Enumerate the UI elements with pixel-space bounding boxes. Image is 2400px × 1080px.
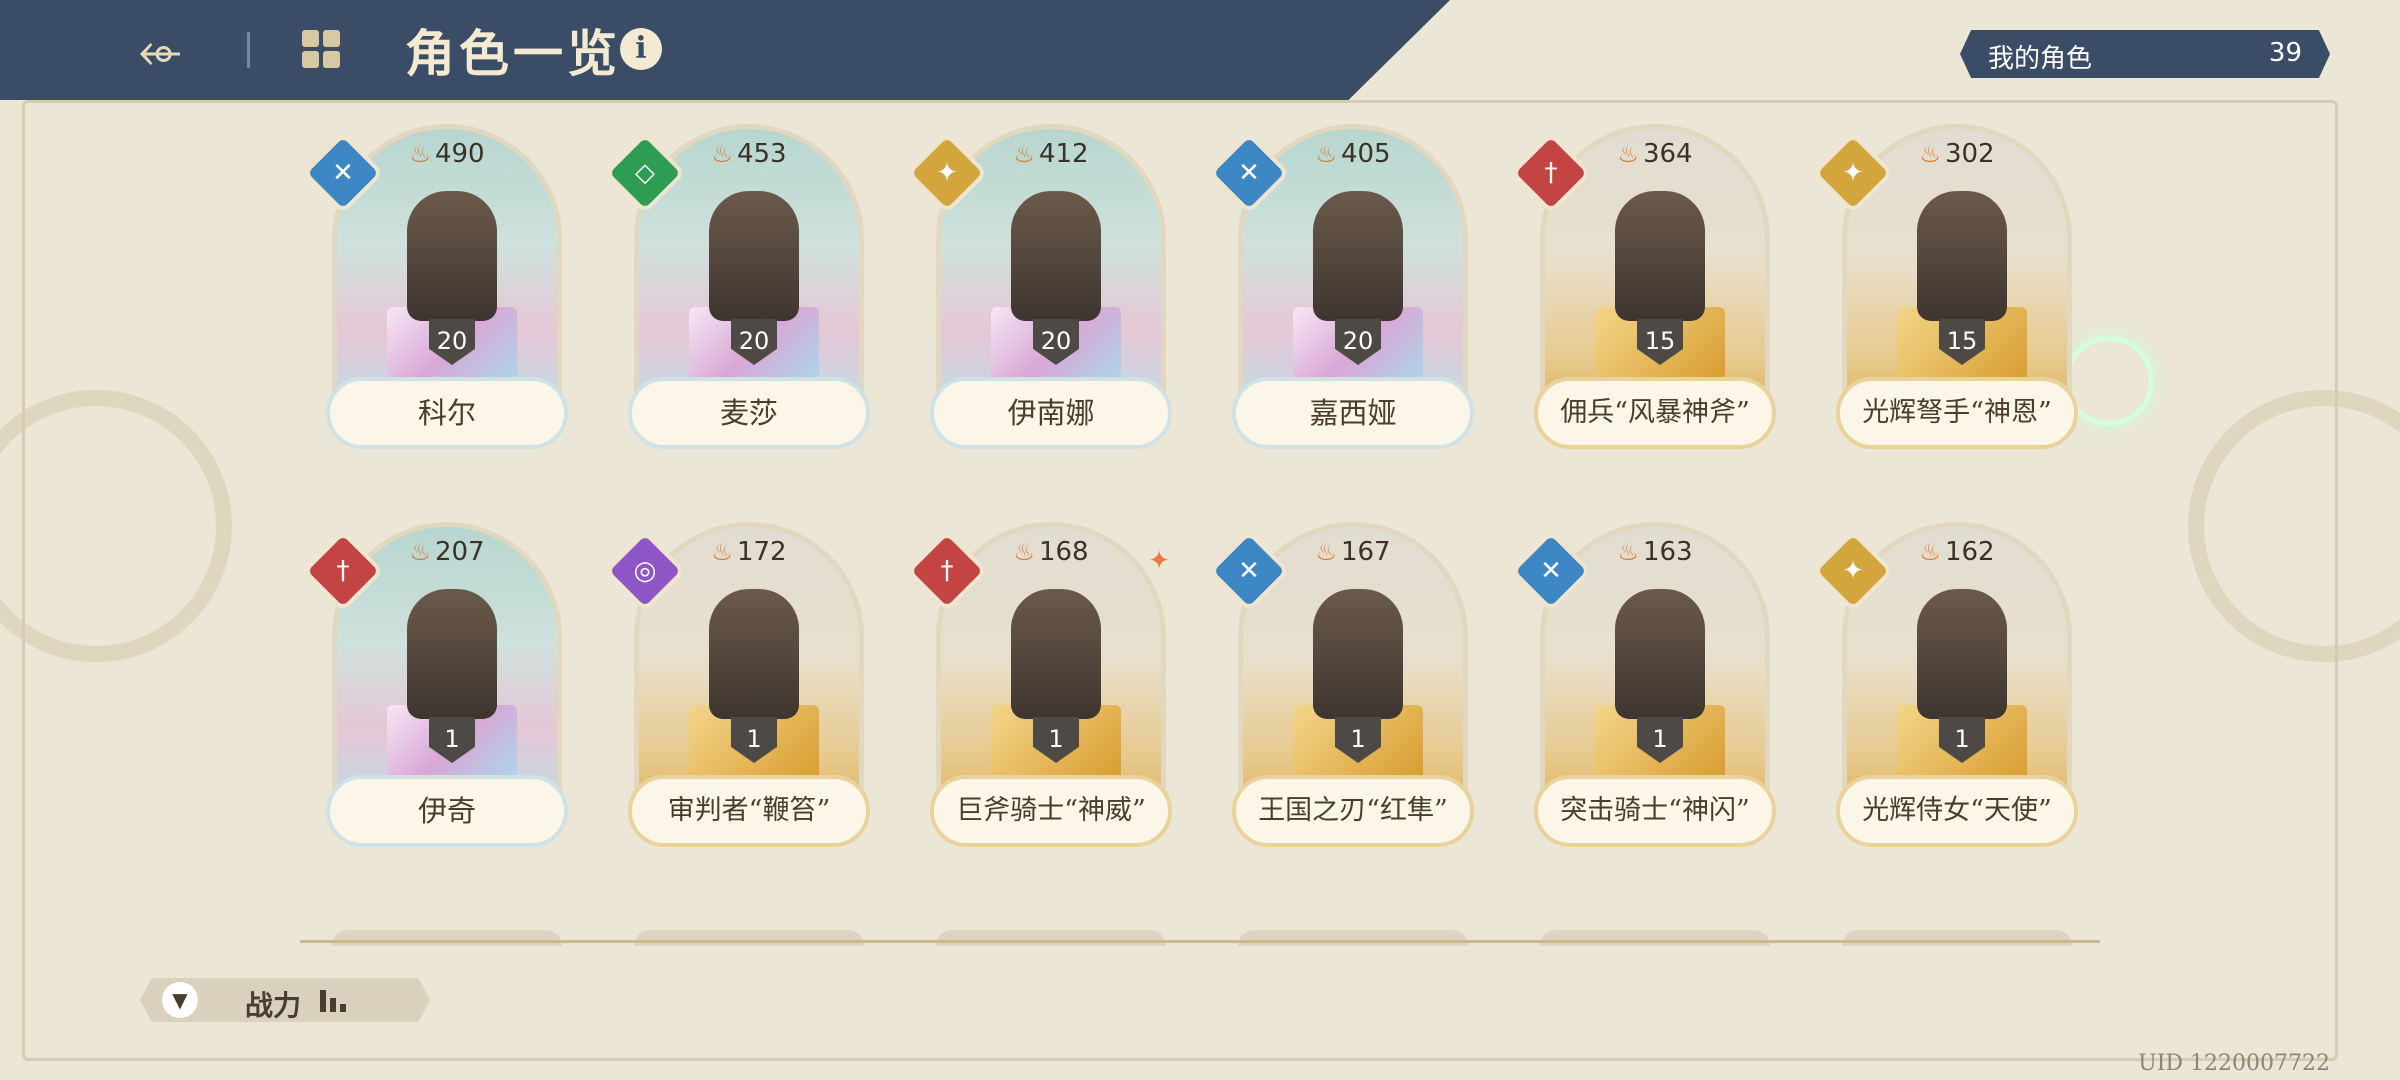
sort-label: 战力 <box>245 989 302 1022</box>
flame-icon: ♨ <box>1315 140 1337 168</box>
character-name: 佣兵“风暴神斧” <box>1534 377 1776 449</box>
roster-count: 39 <box>2268 38 2302 68</box>
power-number: 168 <box>1038 537 1089 567</box>
character-name: 伊奇 <box>326 775 568 847</box>
character-name: 麦莎 <box>628 377 870 449</box>
flame-icon: ♨ <box>409 538 431 566</box>
page-title: 角色一览 <box>405 24 621 83</box>
power-number: 162 <box>1944 537 1995 567</box>
power-number: 412 <box>1038 139 1089 169</box>
character-sprite <box>1011 191 1101 321</box>
class-glyph: † <box>336 556 350 586</box>
power-number: 364 <box>1642 139 1693 169</box>
character-card[interactable]: ♨30215★✦光辉弩手“神恩” <box>1811 124 2078 454</box>
power-number: 163 <box>1642 537 1693 567</box>
character-card[interactable]: ♨40520★✕嘉西娅 <box>1207 124 1474 454</box>
character-card-peek <box>634 930 864 946</box>
flame-icon: ♨ <box>1919 538 1941 566</box>
class-glyph: ✦ <box>1842 158 1864 188</box>
character-sprite <box>407 191 497 321</box>
flame-icon: ♨ <box>1315 538 1337 566</box>
character-sprite <box>1313 191 1403 321</box>
character-card[interactable]: ♨1621★★★✦光辉侍女“天使” <box>1811 522 2078 852</box>
character-card[interactable]: ♨1721★★★◎审判者“鞭笞” <box>603 522 870 852</box>
sort-bars-icon <box>320 990 350 1012</box>
power-number: 405 <box>1340 139 1391 169</box>
character-sprite <box>709 589 799 719</box>
character-sprite <box>1917 191 2007 321</box>
character-sprite <box>1011 589 1101 719</box>
character-card[interactable]: ♨1671★★✕王国之刃“红隼” <box>1207 522 1474 852</box>
class-glyph: † <box>1544 158 1558 188</box>
header-bar: ⬰ 角色一览 i <box>0 0 1450 100</box>
class-glyph: ◇ <box>635 158 655 188</box>
character-card[interactable]: ♨49020★✕科尔 <box>301 124 568 454</box>
character-name: 巨斧骑士“神威” <box>930 775 1172 847</box>
character-name: 突击骑士“神闪” <box>1534 775 1776 847</box>
class-glyph: † <box>940 556 954 586</box>
sort-button[interactable]: ▼ 战力 <box>140 978 430 1022</box>
character-name: 嘉西娅 <box>1232 377 1474 449</box>
power-number: 302 <box>1944 139 1995 169</box>
new-indicator-icon: ✦ <box>1148 546 1170 576</box>
flame-icon: ♨ <box>1919 140 1941 168</box>
character-sprite <box>1917 589 2007 719</box>
character-sprite <box>407 589 497 719</box>
power-number: 453 <box>736 139 787 169</box>
character-card[interactable]: ♨45320★◇麦莎 <box>603 124 870 454</box>
character-card-peek <box>936 930 1166 946</box>
character-card[interactable]: ♨1681★★†巨斧骑士“神威”✦ <box>905 522 1172 852</box>
uid-label: UID 1220007722 <box>2138 1051 2330 1076</box>
flame-icon: ♨ <box>409 140 431 168</box>
character-card[interactable]: ♨36415★★★†佣兵“风暴神斧” <box>1509 124 1776 454</box>
character-sprite <box>1615 191 1705 321</box>
header-divider <box>247 32 250 68</box>
back-arrow-icon[interactable]: ⬰ <box>125 18 195 82</box>
flame-icon: ♨ <box>1013 538 1035 566</box>
character-card-peek <box>1540 930 1770 946</box>
class-glyph: ✕ <box>332 158 354 188</box>
class-glyph: ✕ <box>1540 556 1562 586</box>
character-sprite <box>1313 589 1403 719</box>
character-sprite <box>1615 589 1705 719</box>
power-number: 172 <box>736 537 787 567</box>
character-name: 王国之刃“红隼” <box>1232 775 1474 847</box>
character-card-peek <box>1238 930 1468 946</box>
class-glyph: ✕ <box>1238 158 1260 188</box>
character-card-peek <box>1842 930 2072 946</box>
flame-icon: ♨ <box>1617 538 1639 566</box>
flame-icon: ♨ <box>711 140 733 168</box>
character-name: 审判者“鞭笞” <box>628 775 870 847</box>
class-glyph: ✦ <box>936 158 958 188</box>
grid-icon[interactable] <box>302 30 340 68</box>
power-number: 167 <box>1340 537 1391 567</box>
character-card[interactable]: ♨41220★✦伊南娜 <box>905 124 1172 454</box>
roster-label: 我的角色 <box>1988 44 2093 74</box>
character-name: 光辉侍女“天使” <box>1836 775 2078 847</box>
power-number: 490 <box>434 139 485 169</box>
flame-icon: ♨ <box>711 538 733 566</box>
character-card-peek <box>332 930 562 946</box>
class-glyph: ✦ <box>1842 556 1864 586</box>
flame-icon: ♨ <box>1013 140 1035 168</box>
class-glyph: ✕ <box>1238 556 1260 586</box>
character-name: 科尔 <box>326 377 568 449</box>
roster-count-badge: 我的角色 39 <box>1960 30 2330 78</box>
character-card[interactable]: ♨1631★✕突击骑士“神闪” <box>1509 522 1776 852</box>
power-number: 207 <box>434 537 485 567</box>
character-name: 伊南娜 <box>930 377 1172 449</box>
character-name: 光辉弩手“神恩” <box>1836 377 2078 449</box>
info-icon[interactable]: i <box>620 28 662 70</box>
flame-icon: ♨ <box>1617 140 1639 168</box>
scroll-divider <box>300 940 2100 943</box>
character-sprite <box>709 191 799 321</box>
character-card[interactable]: ♨2071★†伊奇 <box>301 522 568 852</box>
class-glyph: ◎ <box>633 556 657 586</box>
funnel-icon: ▼ <box>162 982 198 1018</box>
